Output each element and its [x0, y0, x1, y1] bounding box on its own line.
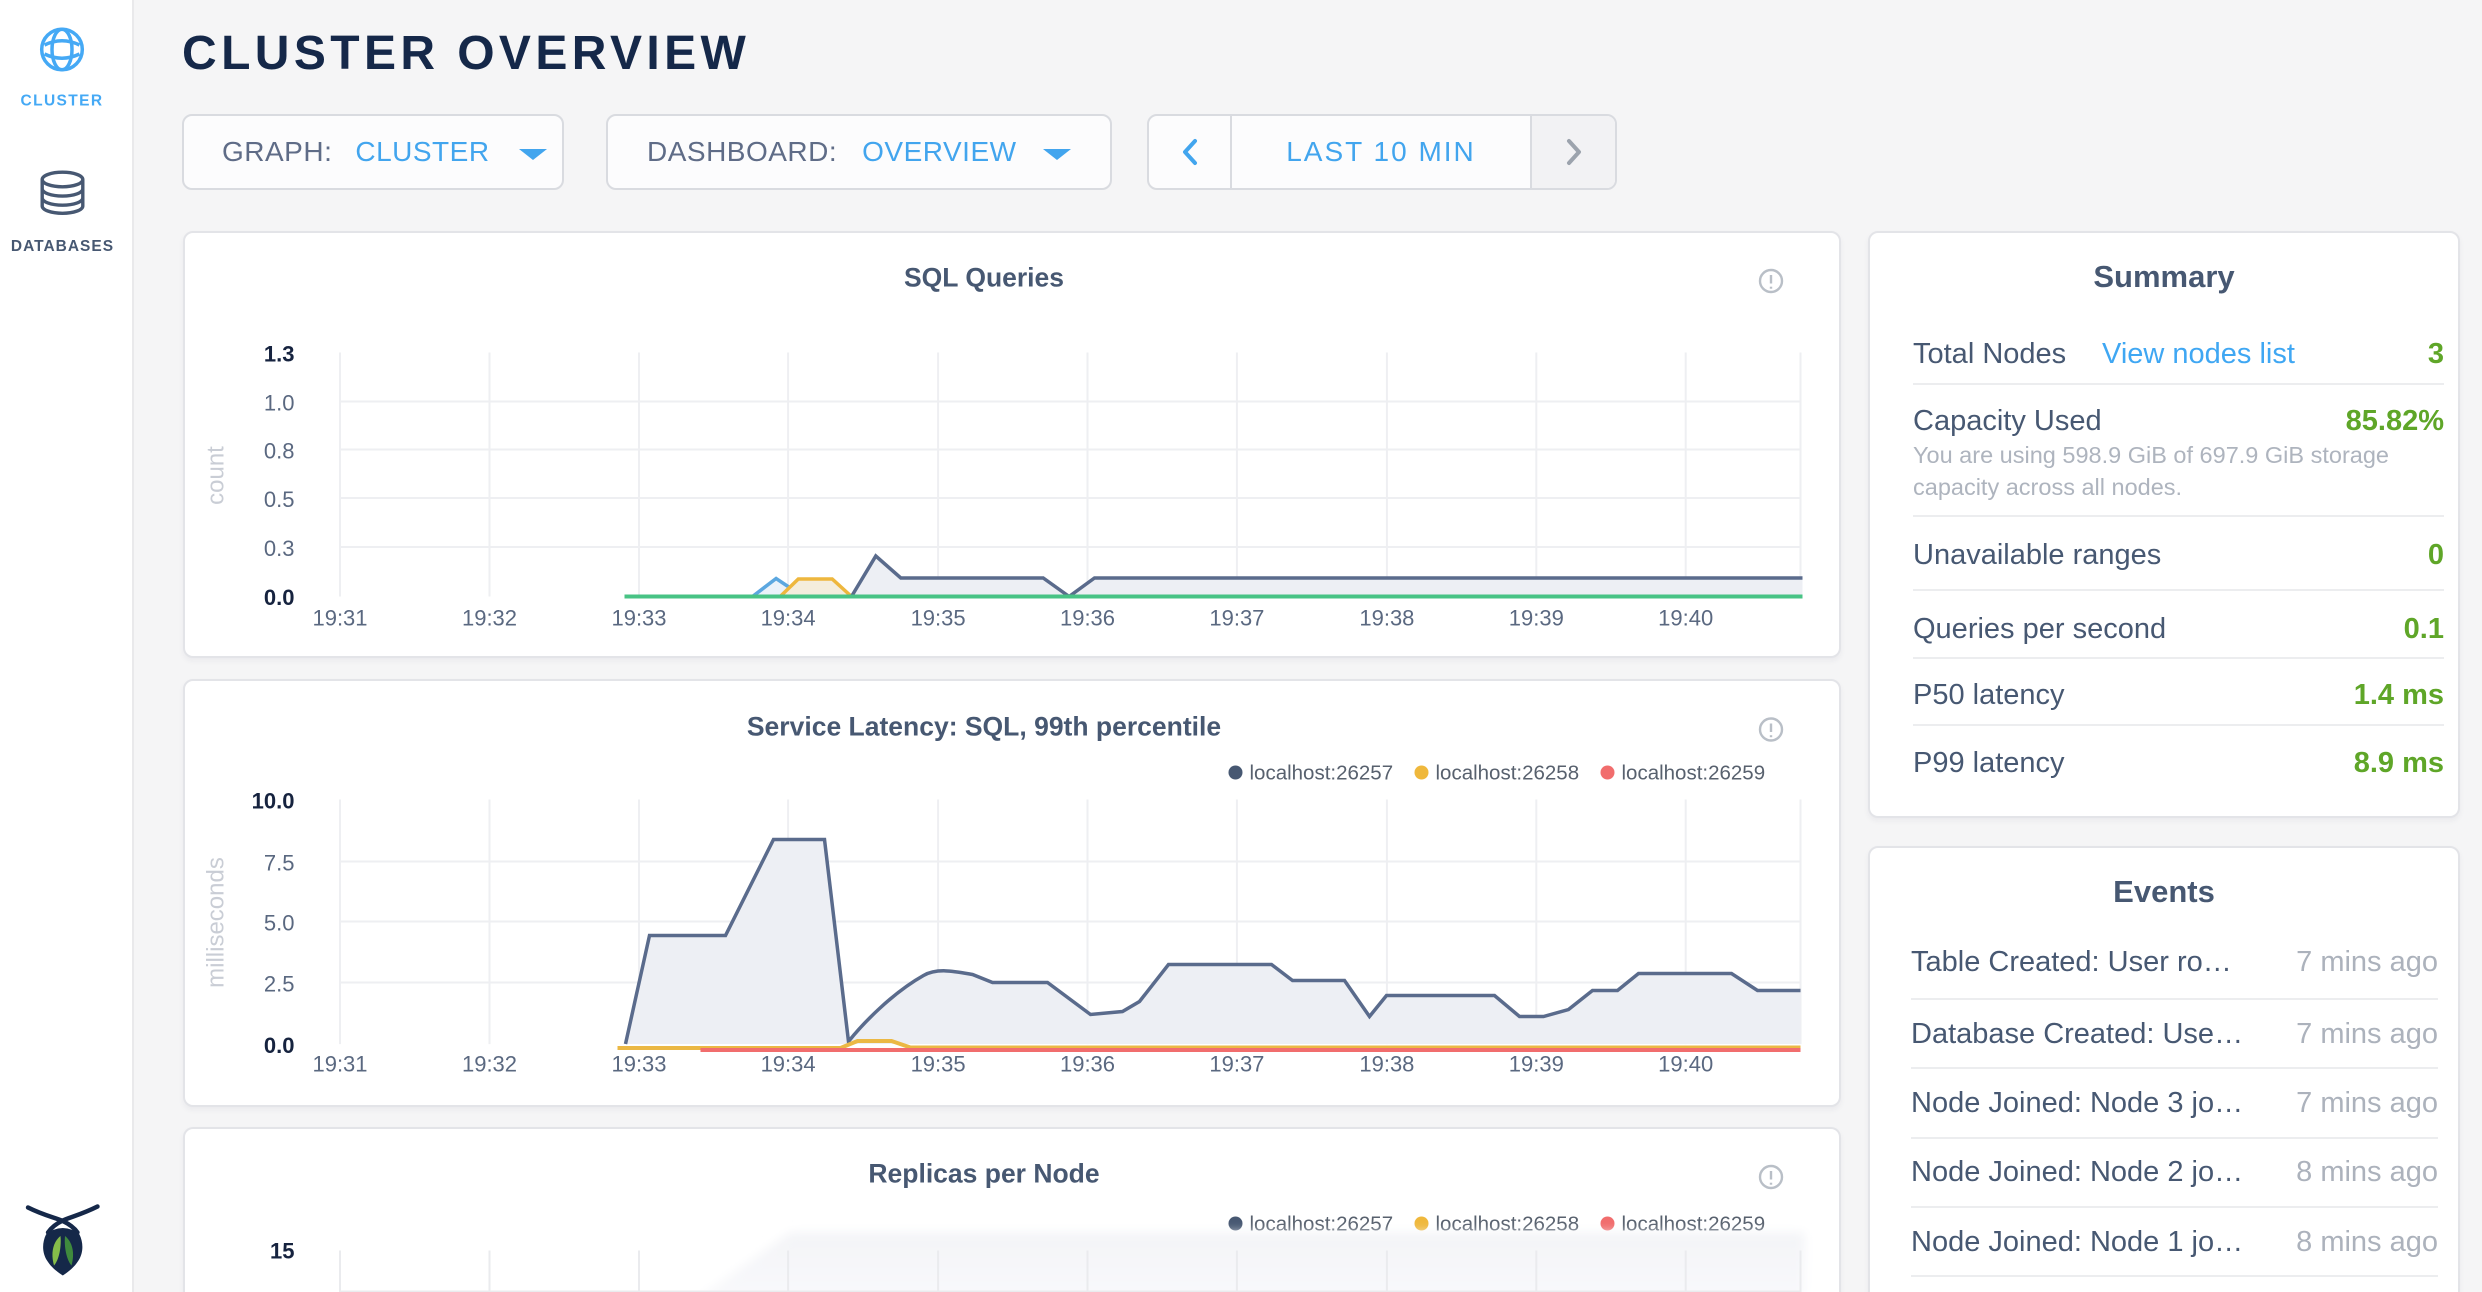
svg-text:19:34: 19:34: [761, 606, 816, 631]
svg-text:19:32: 19:32: [462, 1052, 517, 1077]
svg-text:0.0: 0.0: [264, 1033, 295, 1058]
svg-text:0.5: 0.5: [264, 487, 295, 512]
svg-text:19:39: 19:39: [1509, 1052, 1564, 1077]
svg-text:Service Latency: SQL, 99th per: Service Latency: SQL, 99th percentile: [747, 712, 1221, 742]
svg-text:19:38: 19:38: [1359, 606, 1414, 631]
svg-text:19:33: 19:33: [611, 606, 666, 631]
svg-text:localhost:26259: localhost:26259: [1622, 1213, 1766, 1236]
svg-text:19:31: 19:31: [312, 1052, 367, 1077]
svg-text:localhost:26258: localhost:26258: [1436, 1213, 1580, 1236]
svg-text:19:39: 19:39: [1509, 606, 1564, 631]
svg-text:7.5: 7.5: [264, 851, 295, 876]
svg-text:SQL Queries: SQL Queries: [904, 263, 1064, 293]
svg-text:2.5: 2.5: [264, 972, 295, 997]
svg-text:19:37: 19:37: [1209, 606, 1264, 631]
svg-text:19:40: 19:40: [1658, 606, 1713, 631]
svg-text:19:40: 19:40: [1658, 1052, 1713, 1077]
svg-text:19:37: 19:37: [1209, 1052, 1264, 1077]
svg-text:19:35: 19:35: [911, 1052, 966, 1077]
svg-text:19:31: 19:31: [312, 606, 367, 631]
svg-text:1.0: 1.0: [264, 391, 295, 416]
svg-text:19:36: 19:36: [1060, 1052, 1115, 1077]
svg-text:19:33: 19:33: [611, 1052, 666, 1077]
svg-text:DATABASES: DATABASES: [11, 238, 114, 255]
svg-text:0.8: 0.8: [264, 439, 295, 464]
svg-text:1.3: 1.3: [264, 342, 295, 367]
svg-text:localhost:26258: localhost:26258: [1436, 762, 1580, 785]
svg-text:localhost:26259: localhost:26259: [1622, 762, 1766, 785]
svg-text:Replicas per Node: Replicas per Node: [868, 1159, 1099, 1189]
svg-text:count: count: [203, 446, 230, 505]
svg-text:19:32: 19:32: [462, 606, 517, 631]
svg-text:19:35: 19:35: [911, 606, 966, 631]
svg-text:localhost:26257: localhost:26257: [1250, 1213, 1394, 1236]
svg-text:19:36: 19:36: [1060, 606, 1115, 631]
svg-text:19:34: 19:34: [761, 1052, 816, 1077]
svg-text:0.0: 0.0: [264, 585, 295, 610]
svg-text:10.0: 10.0: [252, 789, 295, 814]
svg-text:milliseconds: milliseconds: [203, 857, 230, 988]
svg-text:19:38: 19:38: [1359, 1052, 1414, 1077]
svg-text:0.3: 0.3: [264, 536, 295, 561]
svg-text:15: 15: [270, 1239, 294, 1264]
svg-text:CLUSTER: CLUSTER: [21, 93, 104, 110]
svg-text:localhost:26257: localhost:26257: [1250, 762, 1394, 785]
svg-text:5.0: 5.0: [264, 911, 295, 936]
